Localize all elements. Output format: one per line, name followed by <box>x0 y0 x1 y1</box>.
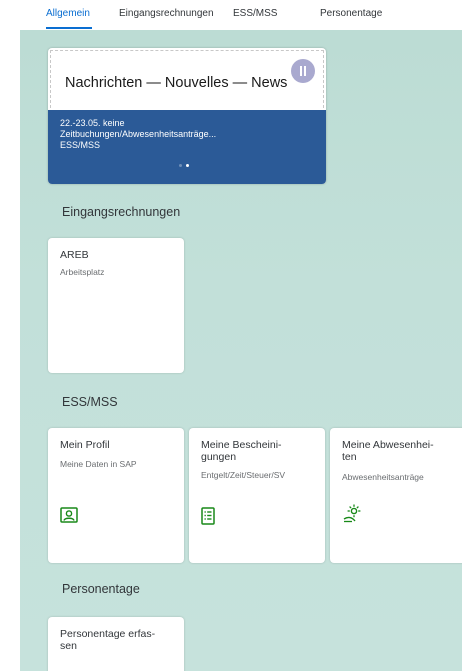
document-list-icon <box>201 507 215 530</box>
tile-title-line1: Meine Bescheini- <box>201 439 282 451</box>
carousel-dot-active[interactable] <box>186 164 189 167</box>
tile-title: Mein Profil <box>60 439 110 451</box>
news-item-band[interactable]: 22.-23.05. keine Zeitbuchungen/Abwesenhe… <box>48 110 326 184</box>
tile-meine-abwesenheiten[interactable]: Meine Abwesenhei- ten Abwesenheitsanträg… <box>330 428 462 563</box>
tab-bar: Allgemein Eingangsrechnungen ESS/MSS Per… <box>0 0 462 30</box>
news-item-date: 22.-23.05. keine <box>60 118 125 128</box>
person-card-icon <box>60 507 78 528</box>
tile-title-line2: sen <box>60 640 77 652</box>
tile-mein-profil[interactable]: Mein Profil Meine Daten in SAP <box>48 428 184 563</box>
tile-subtitle: Meine Daten in SAP <box>60 459 137 469</box>
news-heading: Nachrichten — Nouvelles — News <box>65 75 288 91</box>
active-tab-indicator <box>46 27 92 29</box>
section-title-personentage: Personentage <box>62 582 140 596</box>
tile-areb[interactable]: AREB Arbeitsplatz <box>48 238 184 373</box>
tab-eingangsrechnungen[interactable]: Eingangsrechnungen <box>119 8 214 19</box>
tile-subtitle: Entgelt/Zeit/Steuer/SV <box>201 470 286 480</box>
news-item-text: Zeitbuchungen/Abwesenheitsanträge... <box>60 129 217 139</box>
tile-subtitle: Arbeitsplatz <box>60 267 105 277</box>
tab-ess-mss[interactable]: ESS/MSS <box>233 8 277 19</box>
pause-icon[interactable] <box>291 59 315 83</box>
tile-title-line2: ten <box>342 451 357 463</box>
tile-meine-bescheinigungen[interactable]: Meine Bescheini- gungen Entgelt/Zeit/Ste… <box>189 428 325 563</box>
carousel-dot[interactable] <box>179 164 182 167</box>
tile-personentage-erfassen[interactable]: Personentage erfas- sen <box>48 617 184 671</box>
tile-title-line1: Meine Abwesenhei- <box>342 439 434 451</box>
section-title-ess-mss: ESS/MSS <box>62 395 118 409</box>
tile-title-line2: gungen <box>201 451 237 463</box>
section-title-eingangsrechnungen: Eingangsrechnungen <box>62 205 181 219</box>
tab-allgemein[interactable]: Allgemein <box>46 8 90 19</box>
news-tile[interactable]: Nachrichten — Nouvelles — News 22.-23.05… <box>48 48 326 184</box>
tab-personentage[interactable]: Personentage <box>320 8 382 19</box>
tile-title-line1: Personentage erfas- <box>60 628 156 640</box>
tile-title: AREB <box>60 249 89 261</box>
news-item-source: ESS/MSS <box>60 140 101 150</box>
tile-subtitle: Abwesenheitsanträge <box>342 472 424 482</box>
sun-vacation-icon <box>342 504 364 529</box>
